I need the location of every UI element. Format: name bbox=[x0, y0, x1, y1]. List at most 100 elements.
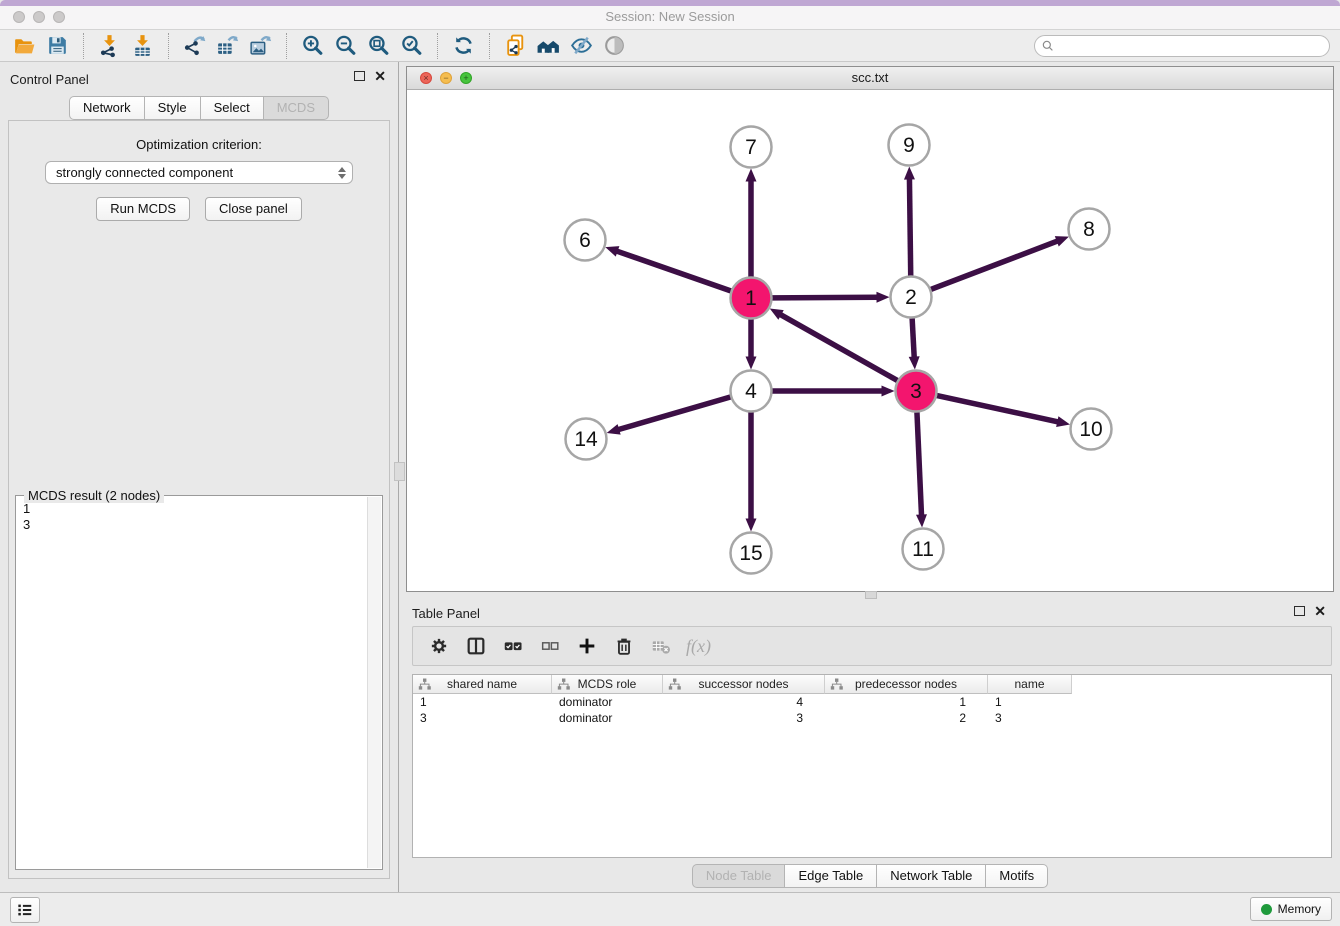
node-3[interactable]: 3 bbox=[896, 371, 937, 412]
zoom-window-button[interactable] bbox=[53, 11, 65, 23]
minimize-window-button[interactable] bbox=[33, 11, 45, 23]
network-canvas[interactable]: 7 9 6 8 1 2 4 3 14 10 15 11 bbox=[407, 89, 1333, 591]
node-6[interactable]: 6 bbox=[565, 220, 606, 261]
network-minimize-button[interactable]: − bbox=[440, 72, 452, 84]
toggle-visibility-icon[interactable] bbox=[598, 32, 631, 60]
edge-4-14[interactable] bbox=[618, 397, 730, 430]
column-header-name[interactable]: name bbox=[988, 675, 1072, 694]
select-all-icon[interactable] bbox=[501, 634, 525, 658]
table-cell[interactable]: 4 bbox=[663, 694, 825, 710]
table-cell[interactable]: 3 bbox=[988, 710, 1072, 726]
search-field[interactable] bbox=[1034, 35, 1330, 57]
node-10[interactable]: 10 bbox=[1071, 409, 1112, 450]
edge-2-8[interactable] bbox=[931, 241, 1058, 289]
column-header-shared-name[interactable]: shared name bbox=[413, 675, 552, 694]
mcds-result-list[interactable]: 13 bbox=[18, 499, 367, 867]
node-table[interactable]: shared nameMCDS rolesuccessor nodesprede… bbox=[412, 674, 1332, 858]
run-mcds-button[interactable]: Run MCDS bbox=[96, 197, 190, 221]
column-header-successor-nodes[interactable]: successor nodes bbox=[663, 675, 825, 694]
tab-style[interactable]: Style bbox=[145, 96, 201, 120]
criterion-select[interactable]: strongly connected component bbox=[45, 161, 353, 184]
edge-3-1[interactable] bbox=[780, 314, 897, 380]
close-table-panel-icon[interactable]: ✕ bbox=[1314, 606, 1326, 616]
result-scrollbar[interactable] bbox=[367, 497, 381, 868]
zoom-fit-icon[interactable] bbox=[362, 32, 395, 60]
column-header-predecessor-nodes[interactable]: predecessor nodes bbox=[825, 675, 988, 694]
zoom-out-icon[interactable] bbox=[329, 32, 362, 60]
close-panel-button[interactable]: Close panel bbox=[205, 197, 302, 221]
close-window-button[interactable] bbox=[13, 11, 25, 23]
search-input[interactable] bbox=[1055, 37, 1329, 55]
tab-edge-table[interactable]: Edge Table bbox=[785, 864, 877, 888]
zoom-in-icon[interactable] bbox=[296, 32, 329, 60]
edge-arrowhead bbox=[882, 386, 895, 397]
refresh-view-icon[interactable] bbox=[447, 32, 480, 60]
table-cell[interactable]: dominator bbox=[552, 710, 663, 726]
result-item[interactable]: 3 bbox=[23, 517, 367, 533]
node-9[interactable]: 9 bbox=[889, 125, 930, 166]
table-row[interactable]: 3dominator323 bbox=[413, 710, 1331, 726]
delete-row-icon[interactable] bbox=[612, 634, 636, 658]
network-window-titlebar[interactable]: × − + scc.txt bbox=[407, 67, 1333, 90]
tab-network-table[interactable]: Network Table bbox=[877, 864, 986, 888]
export-network-icon[interactable] bbox=[178, 32, 211, 60]
home-view-icon[interactable] bbox=[532, 32, 565, 60]
memory-button[interactable]: Memory bbox=[1250, 897, 1332, 921]
float-panel-icon[interactable] bbox=[354, 71, 365, 81]
table-cell[interactable]: 1 bbox=[413, 694, 552, 710]
edge-3-10[interactable] bbox=[937, 396, 1058, 422]
export-image-icon[interactable] bbox=[244, 32, 277, 60]
network-graph[interactable]: 7 9 6 8 1 2 4 3 14 10 15 11 bbox=[407, 89, 1333, 591]
add-row-icon[interactable] bbox=[575, 634, 599, 658]
table-row[interactable]: 1dominator411 bbox=[413, 694, 1331, 710]
node-11[interactable]: 11 bbox=[903, 529, 944, 570]
duplicate-network-icon[interactable] bbox=[499, 32, 532, 60]
node-14[interactable]: 14 bbox=[566, 419, 607, 460]
tab-mcds[interactable]: MCDS bbox=[264, 96, 329, 120]
table-cell[interactable]: 1 bbox=[825, 694, 988, 710]
close-panel-icon[interactable]: ✕ bbox=[374, 71, 386, 81]
table-cell[interactable]: 2 bbox=[825, 710, 988, 726]
node-2[interactable]: 2 bbox=[891, 277, 932, 318]
edge-3-11[interactable] bbox=[917, 412, 922, 515]
float-table-panel-icon[interactable] bbox=[1294, 606, 1305, 616]
edge-2-3[interactable] bbox=[912, 318, 914, 357]
deselect-all-icon[interactable] bbox=[538, 634, 562, 658]
edge-arrowhead bbox=[605, 246, 619, 256]
save-session-icon[interactable] bbox=[41, 32, 74, 60]
network-close-button[interactable]: × bbox=[420, 72, 432, 84]
node-7[interactable]: 7 bbox=[731, 127, 772, 168]
edge-1-2[interactable] bbox=[772, 297, 877, 298]
horizontal-splitter-handle[interactable] bbox=[865, 591, 877, 599]
edge-1-6[interactable] bbox=[617, 251, 731, 291]
node-1[interactable]: 1 bbox=[731, 278, 772, 319]
import-table-icon[interactable] bbox=[126, 32, 159, 60]
tab-node-table[interactable]: Node Table bbox=[692, 864, 786, 888]
hide-annotations-icon[interactable] bbox=[565, 32, 598, 60]
node-15[interactable]: 15 bbox=[731, 533, 772, 574]
column-header-MCDS-role[interactable]: MCDS role bbox=[552, 675, 663, 694]
export-table-icon[interactable] bbox=[211, 32, 244, 60]
tab-motifs[interactable]: Motifs bbox=[986, 864, 1048, 888]
edge-arrowhead bbox=[1055, 236, 1069, 246]
result-item[interactable]: 1 bbox=[23, 501, 367, 517]
node-label: 2 bbox=[905, 286, 917, 309]
node-4[interactable]: 4 bbox=[731, 371, 772, 412]
edge-2-9[interactable] bbox=[909, 178, 910, 275]
vertical-splitter-handle[interactable] bbox=[394, 462, 405, 481]
tab-select[interactable]: Select bbox=[201, 96, 264, 120]
tab-network[interactable]: Network bbox=[69, 96, 145, 120]
open-file-icon[interactable] bbox=[8, 32, 41, 60]
column-selector-icon[interactable] bbox=[464, 634, 488, 658]
table-cell[interactable]: 3 bbox=[663, 710, 825, 726]
import-network-icon[interactable] bbox=[93, 32, 126, 60]
network-maximize-button[interactable]: + bbox=[460, 72, 472, 84]
table-cell[interactable]: 1 bbox=[988, 694, 1072, 710]
settings-gear-icon[interactable] bbox=[427, 634, 451, 658]
table-cell[interactable]: 3 bbox=[413, 710, 552, 726]
task-list-button[interactable] bbox=[10, 897, 40, 923]
control-panel-tabs: NetworkStyleSelectMCDS bbox=[0, 96, 398, 120]
node-8[interactable]: 8 bbox=[1069, 209, 1110, 250]
zoom-selected-icon[interactable] bbox=[395, 32, 428, 60]
table-cell[interactable]: dominator bbox=[552, 694, 663, 710]
